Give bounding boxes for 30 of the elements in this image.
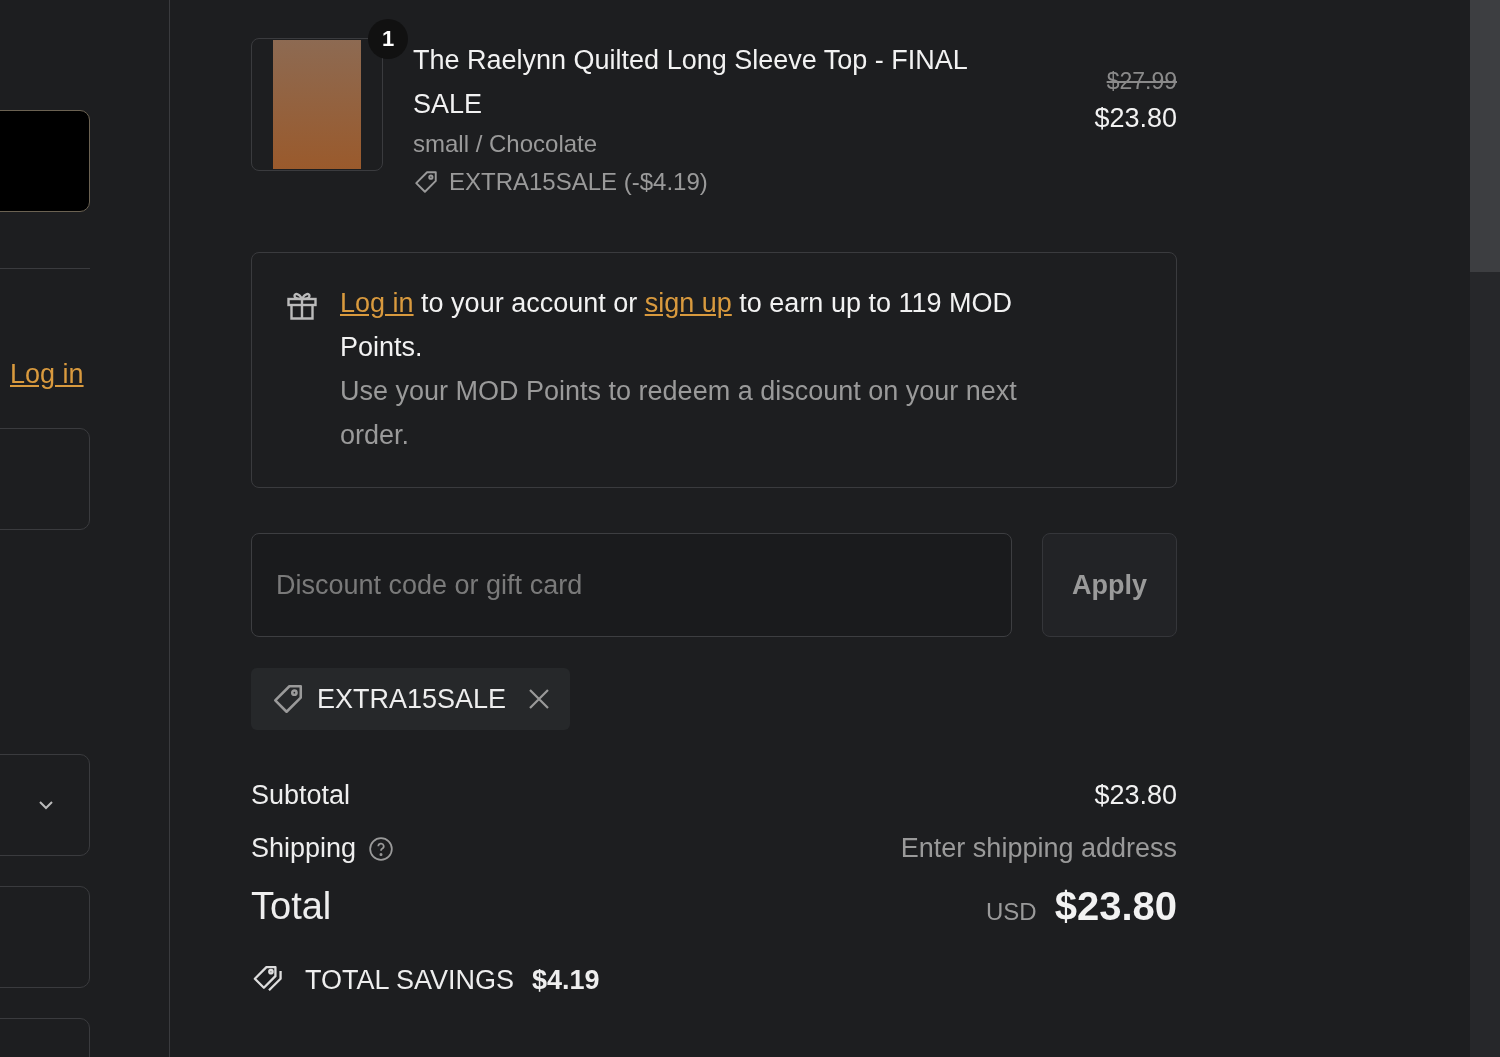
apply-button[interactable]: Apply xyxy=(1042,533,1177,637)
scrollbar[interactable] xyxy=(1470,0,1500,1057)
summary-label: Subtotal xyxy=(251,780,351,811)
applied-code: EXTRA15SALE xyxy=(317,683,507,715)
product-discount: EXTRA15SALE (-$4.19) xyxy=(449,167,708,197)
product-title: The Raelynn Quilted Long Sleeve Top - FINAL SALE xyxy=(413,44,968,121)
discount-code-field[interactable]: Discount code or gift card xyxy=(251,533,1012,637)
compare-price: $27.99 xyxy=(1106,68,1177,95)
tag-icon xyxy=(413,169,439,195)
close-icon xyxy=(528,688,551,710)
summary-value: $23.80 xyxy=(1094,780,1177,811)
sign-up-link[interactable]: sign up xyxy=(644,288,732,318)
log-in-link[interactable]: Log in xyxy=(340,288,414,318)
tag-icon xyxy=(271,682,305,716)
total-label: Total xyxy=(251,885,332,928)
quantity-badge: 1 xyxy=(368,19,408,59)
product-price: $23.80 xyxy=(1094,103,1177,134)
log-in-link[interactable]: Log in xyxy=(10,359,84,390)
points-message: Log in to your account or sign up to earn up to 119 MOD Points. xyxy=(340,287,1013,364)
scrollbar-thumb[interactable] xyxy=(1470,0,1500,272)
savings-label: TOTAL SAVINGS xyxy=(305,964,515,996)
points-description: Use your MOD Points to redeem a discount on your next order. xyxy=(340,375,1018,452)
help-icon[interactable] xyxy=(368,835,395,862)
currency-code: USD xyxy=(986,898,1037,926)
product-variant: small / Chocolate xyxy=(413,129,599,159)
summary-label: Shipping xyxy=(251,833,357,864)
summary-value: Enter shipping address xyxy=(900,833,1177,864)
total-value: $23.80 xyxy=(1054,884,1177,929)
chevron-down-icon xyxy=(37,799,55,811)
savings-value: $4.19 xyxy=(532,964,600,996)
